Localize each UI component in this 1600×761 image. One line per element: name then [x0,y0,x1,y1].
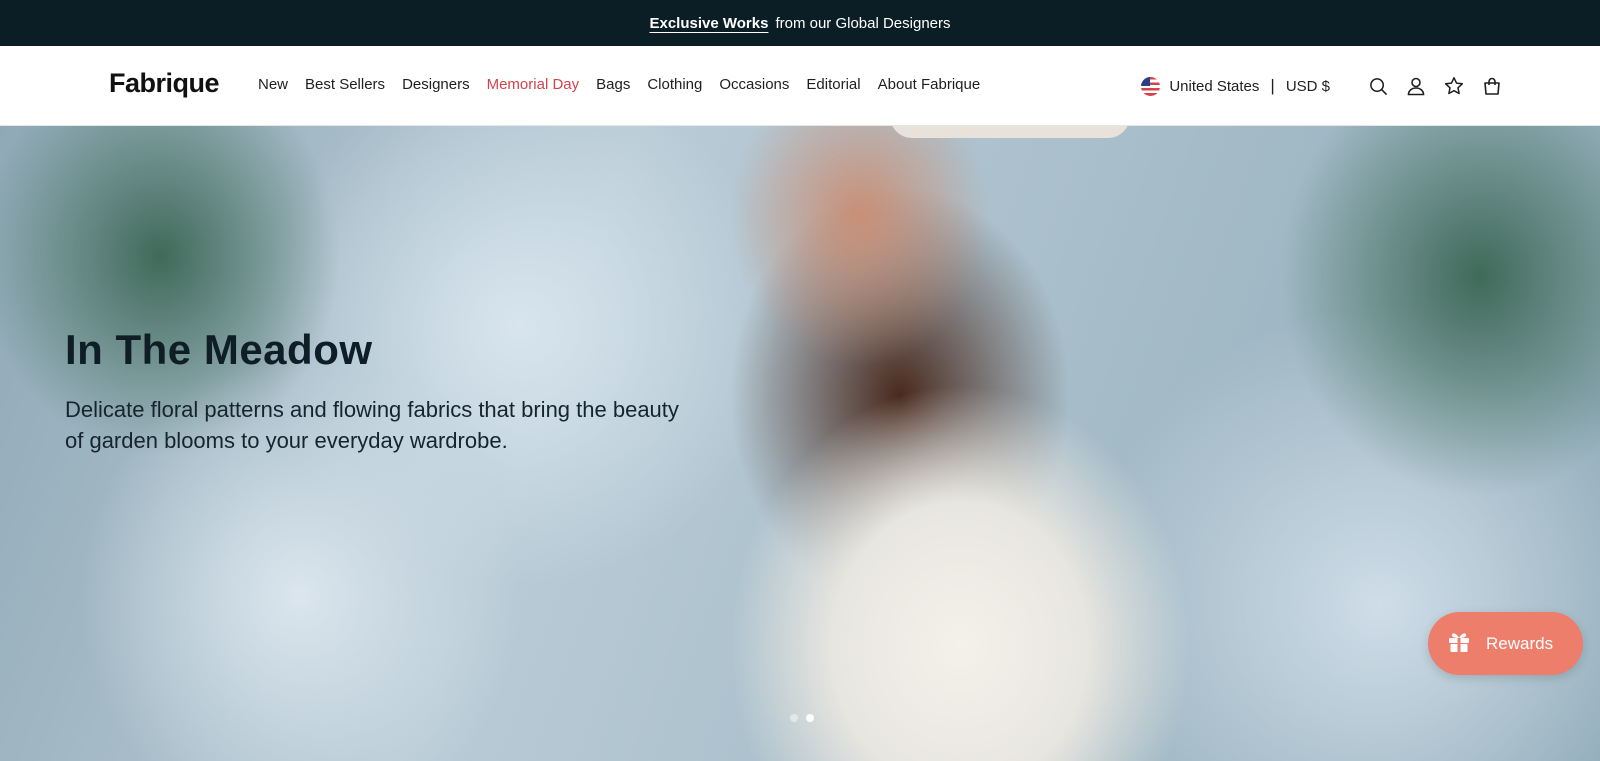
search-icon[interactable] [1368,76,1388,96]
site-header: Fabrique New Best Sellers Designers Memo… [0,46,1600,126]
logo[interactable]: Fabrique [109,68,220,99]
us-flag-icon[interactable] [1141,76,1161,96]
carousel-dots [790,714,814,722]
nav-item-new[interactable]: New [258,76,288,93]
nav-item-clothing[interactable]: Clothing [647,76,702,93]
gift-icon [1446,628,1472,659]
rewards-label: Rewards [1486,633,1554,653]
hero-image-hat [890,126,1130,138]
hero-title: In The Meadow [65,326,373,373]
carousel-dot-active[interactable] [806,714,814,722]
nav-item-about[interactable]: About Fabrique [878,76,981,93]
cart-bag-icon[interactable] [1482,76,1502,96]
announcement-bar: Exclusive Works from our Global Designer… [0,0,1600,46]
nav-item-bags[interactable]: Bags [596,76,630,93]
hero-banner[interactable]: In The Meadow Delicate floral patterns a… [0,126,1600,761]
carousel-dot[interactable] [790,714,798,722]
announcement-link[interactable]: Exclusive Works [649,15,768,32]
account-icon[interactable] [1406,76,1426,96]
hero-subtitle: Delicate floral patterns and flowing fab… [65,397,679,453]
main-nav: New Best Sellers Designers Memorial Day … [258,76,980,93]
wishlist-star-icon[interactable] [1444,76,1464,96]
nav-item-occasions[interactable]: Occasions [719,76,789,93]
announcement-text: from our Global Designers [775,14,951,32]
nav-item-memorial-day[interactable]: Memorial Day [487,76,580,93]
nav-item-editorial[interactable]: Editorial [806,76,860,93]
rewards-button[interactable]: Rewards [1428,612,1583,675]
nav-item-best-sellers[interactable]: Best Sellers [305,76,385,93]
currency-selector[interactable]: USD $ [1286,78,1330,95]
nav-item-designers[interactable]: Designers [402,76,470,93]
country-selector[interactable]: United States [1169,78,1259,95]
header-utilities: United States | USD $ [1141,73,1502,99]
separator: | [1270,76,1275,95]
